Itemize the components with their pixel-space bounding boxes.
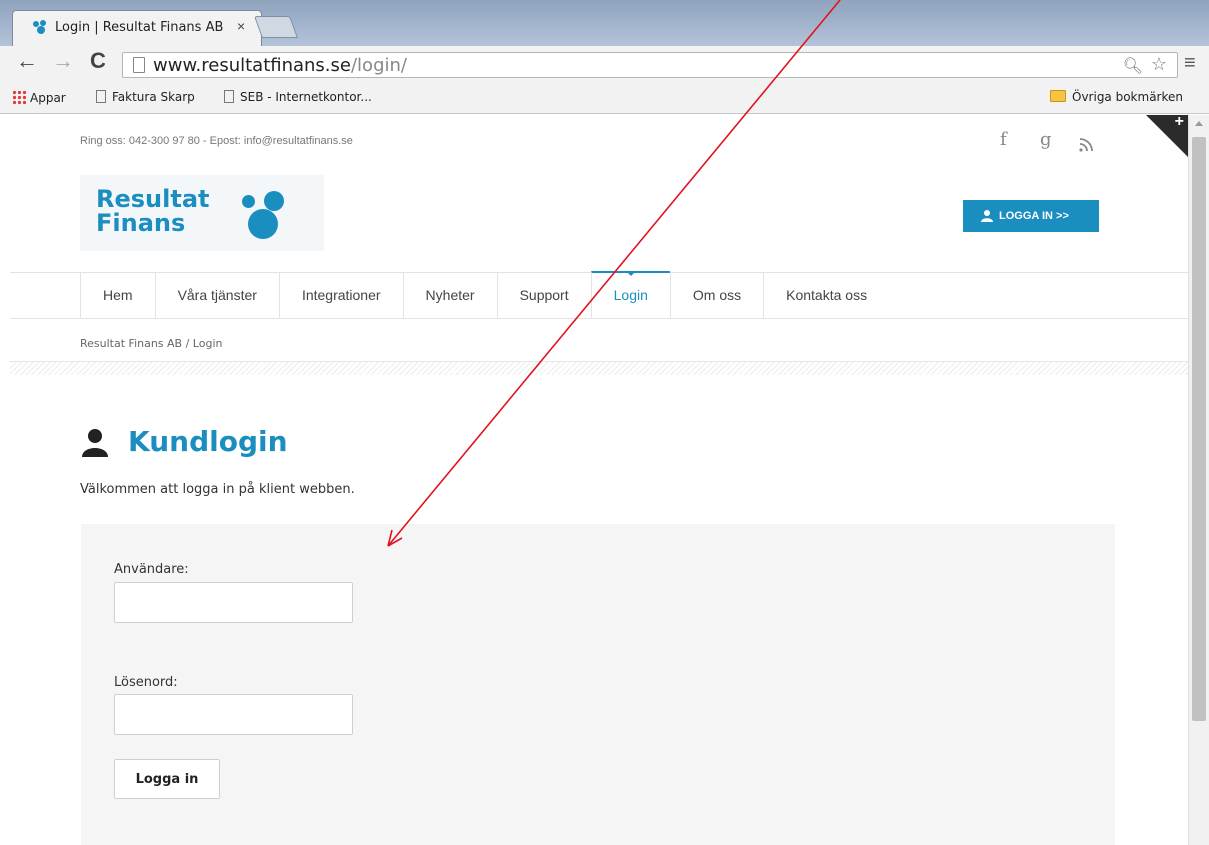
chrome-menu-icon[interactable]: ≡	[1184, 52, 1196, 75]
page-icon	[133, 57, 145, 73]
active-caret-icon	[625, 271, 636, 276]
forward-icon[interactable]: →	[52, 48, 74, 74]
nav-item-hem[interactable]: Hem	[80, 273, 155, 318]
login-form: Användare: Lösenord: Logga in	[81, 524, 1115, 845]
nav-item-integrationer[interactable]: Integrationer	[278, 273, 403, 318]
nav-item-vara-tjanster[interactable]: Våra tjänster	[154, 273, 279, 318]
welcome-text: Välkommen att logga in på klient webben.	[80, 482, 355, 497]
tab-close-icon[interactable]: ×	[237, 18, 245, 34]
header-login-button[interactable]: LOGGA IN >>	[963, 200, 1099, 232]
page-scrollbar[interactable]	[1188, 115, 1209, 845]
logo-wordmark: Resultat Finans	[96, 185, 210, 237]
bookmark-apps[interactable]: Appar	[12, 90, 66, 105]
facebook-icon[interactable]: f	[1000, 129, 1007, 150]
address-bar[interactable]: www.resultatfinans.se/login/ 🔍︎ ☆	[122, 52, 1178, 78]
scroll-up-icon[interactable]	[1195, 121, 1203, 126]
site-logo[interactable]: Resultat Finans	[80, 175, 324, 251]
main-navigation: Hem Våra tjänster Integrationer Nyheter …	[80, 271, 889, 318]
nav-item-support[interactable]: Support	[496, 273, 591, 318]
browser-toolbar: ← → C www.resultatfinans.se/login/ 🔍︎ ☆ …	[0, 46, 1209, 82]
page-icon	[96, 90, 106, 103]
password-label: Lösenord:	[114, 675, 178, 690]
rss-icon[interactable]	[1078, 137, 1094, 153]
url-text: www.resultatfinans.se/login/	[153, 55, 407, 76]
google-plus-icon[interactable]: g	[1040, 129, 1052, 150]
bookmark-other[interactable]: Övriga bokmärken	[1050, 90, 1183, 104]
nav-item-login[interactable]: Login	[590, 271, 670, 318]
nav-item-nyheter[interactable]: Nyheter	[402, 273, 497, 318]
user-silhouette-icon	[82, 429, 108, 457]
bookmark-faktura-skarp[interactable]: Faktura Skarp	[96, 90, 195, 104]
new-tab-button[interactable]	[253, 16, 299, 38]
bookmark-seb[interactable]: SEB - Internetkontor...	[224, 90, 372, 104]
apps-grid-icon	[12, 90, 26, 104]
scrollbar-thumb[interactable]	[1192, 137, 1206, 721]
web-page: Ring oss: 042-300 97 80 - Epost: info@re…	[0, 115, 1188, 845]
search-icon[interactable]: 🔍︎	[1123, 56, 1143, 76]
folder-icon	[1050, 90, 1066, 102]
browser-tab[interactable]: Login | Resultat Finans AB ×	[12, 10, 262, 46]
tab-title: Login | Resultat Finans AB	[55, 20, 224, 35]
plus-icon[interactable]: +	[1175, 115, 1184, 131]
password-input[interactable]	[114, 694, 353, 735]
bookmarks-bar: Appar Faktura Skarp SEB - Internetkontor…	[0, 82, 1209, 114]
striped-divider	[10, 361, 1188, 375]
nav-divider	[10, 318, 1188, 319]
nav-item-om-oss[interactable]: Om oss	[669, 273, 763, 318]
contact-info: Ring oss: 042-300 97 80 - Epost: info@re…	[80, 135, 353, 147]
reload-icon[interactable]: C	[90, 48, 106, 74]
login-submit-button[interactable]: Logga in	[114, 759, 220, 799]
back-icon[interactable]: ←	[16, 48, 38, 74]
username-label: Användare:	[114, 562, 189, 577]
username-input[interactable]	[114, 582, 353, 623]
breadcrumb[interactable]: Resultat Finans AB / Login	[80, 337, 222, 350]
nav-item-kontakta-oss[interactable]: Kontakta oss	[763, 273, 889, 318]
user-icon	[981, 210, 993, 222]
browser-tab-strip: Login | Resultat Finans AB ×	[0, 0, 1209, 46]
page-icon	[224, 90, 234, 103]
bookmark-star-icon[interactable]: ☆	[1151, 54, 1167, 75]
site-favicon-icon	[33, 20, 46, 34]
